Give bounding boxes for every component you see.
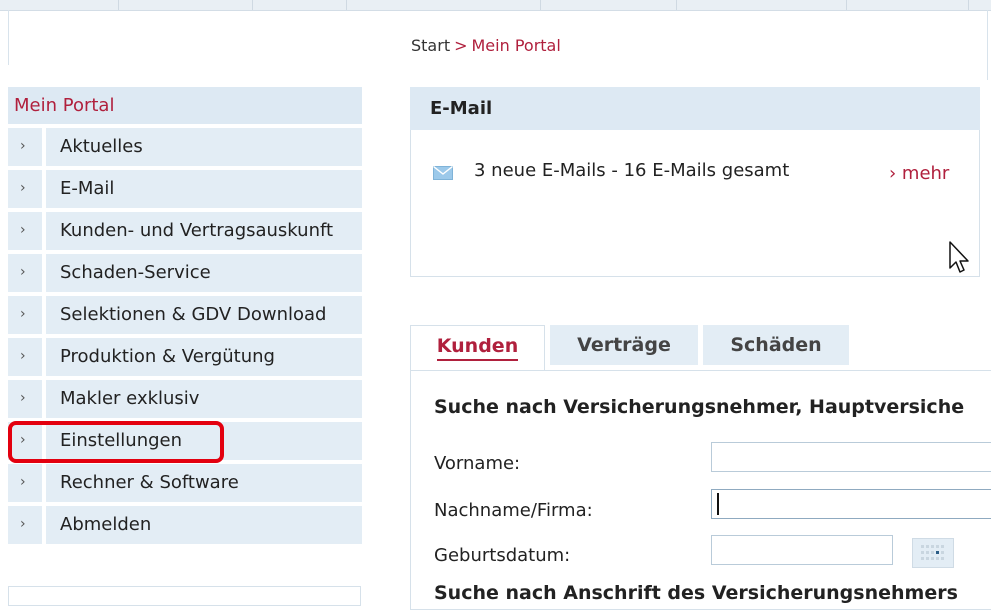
tab-schaeden[interactable]: Schäden <box>703 325 849 365</box>
calendar-button[interactable] <box>912 538 954 568</box>
sidebar-item-label: Selektionen & GDV Download <box>60 304 327 325</box>
sidebar-item-schaden-service[interactable]: › Schaden-Service <box>8 254 362 292</box>
chevron-right-icon: › <box>20 474 26 490</box>
breadcrumb: Start > Mein Portal <box>411 36 561 55</box>
sidebar-title: Mein Portal <box>8 87 362 124</box>
sidebar-item-label: Makler exklusiv <box>60 388 200 409</box>
sidebar-item-label: Kunden- und Vertragsauskunft <box>60 220 334 241</box>
chevron-right-icon: › <box>20 222 26 238</box>
search-heading: Suche nach Versicherungsnehmer, Hauptver… <box>434 396 965 418</box>
sidebar: Mein Portal › Aktuelles › E-Mail › Kunde… <box>8 87 362 544</box>
chevron-right-icon: › <box>20 306 26 322</box>
sidebar-item-aktuelles[interactable]: › Aktuelles <box>8 128 362 166</box>
sidebar-item-email[interactable]: › E-Mail <box>8 170 362 208</box>
sidebar-item-label: Abmelden <box>60 514 152 535</box>
chevron-right-icon: › <box>20 348 26 364</box>
sidebar-item-label: Aktuelles <box>60 136 143 157</box>
mouse-cursor-icon <box>949 241 969 273</box>
calendar-icon <box>921 545 944 560</box>
first-name-label: Vorname: <box>434 453 521 474</box>
top-navigation-bar <box>0 0 991 11</box>
tab-vertraege[interactable]: Verträge <box>550 325 698 365</box>
sidebar-item-rechner-software[interactable]: › Rechner & Software <box>8 464 362 502</box>
chevron-right-icon: › <box>20 180 26 196</box>
sidebar-item-label: Rechner & Software <box>60 472 239 493</box>
sidebar-item-label: Produktion & Vergütung <box>60 346 275 367</box>
birth-date-input[interactable] <box>711 535 893 565</box>
chevron-right-icon: › <box>20 264 26 280</box>
sidebar-item-kunden-vertragsauskunft[interactable]: › Kunden- und Vertragsauskunft <box>8 212 362 250</box>
more-link[interactable]: › mehr <box>889 163 949 184</box>
tab-label: Kunden <box>436 335 519 361</box>
breadcrumb-home[interactable]: Start <box>411 36 450 55</box>
breadcrumb-current: Mein Portal <box>471 36 561 55</box>
tab-label: Verträge <box>577 334 671 356</box>
sidebar-item-selektionen-gdv[interactable]: › Selektionen & GDV Download <box>8 296 362 334</box>
text-caret <box>717 493 719 515</box>
email-panel-title: E-Mail <box>410 87 980 130</box>
email-panel-body: 3 neue E-Mails - 16 E-Mails gesamt › meh… <box>410 130 980 277</box>
sidebar-item-label: E-Mail <box>60 178 115 199</box>
email-summary: 3 neue E-Mails - 16 E-Mails gesamt <box>474 160 790 181</box>
first-name-input[interactable] <box>711 442 991 472</box>
tab-label: Schäden <box>730 334 822 356</box>
chevron-right-icon: › <box>20 390 26 406</box>
sidebar-item-label: Schaden-Service <box>60 262 211 283</box>
last-name-input[interactable] <box>711 489 991 519</box>
last-name-label: Nachname/Firma: <box>434 500 593 521</box>
sidebar-item-abmelden[interactable]: › Abmelden <box>8 506 362 544</box>
frame-border <box>987 10 988 80</box>
address-search-heading: Suche nach Anschrift des Versicherungsne… <box>434 582 958 604</box>
sidebar-bottom-panel <box>8 586 361 606</box>
breadcrumb-separator: > <box>454 36 468 55</box>
sidebar-item-makler-exklusiv[interactable]: › Makler exklusiv <box>8 380 362 418</box>
chevron-right-icon: › <box>20 138 26 154</box>
envelope-icon <box>433 166 453 180</box>
chevron-right-icon: › <box>20 516 26 532</box>
birth-date-label: Geburtsdatum: <box>434 545 571 566</box>
sidebar-item-produktion-verguetung[interactable]: › Produktion & Vergütung <box>8 338 362 376</box>
email-panel: E-Mail 3 neue E-Mails - 16 E-Mails gesam… <box>410 87 980 277</box>
tab-kunden[interactable]: Kunden <box>410 325 545 371</box>
frame-border <box>8 10 9 65</box>
highlight-box-einstellungen <box>8 421 224 463</box>
